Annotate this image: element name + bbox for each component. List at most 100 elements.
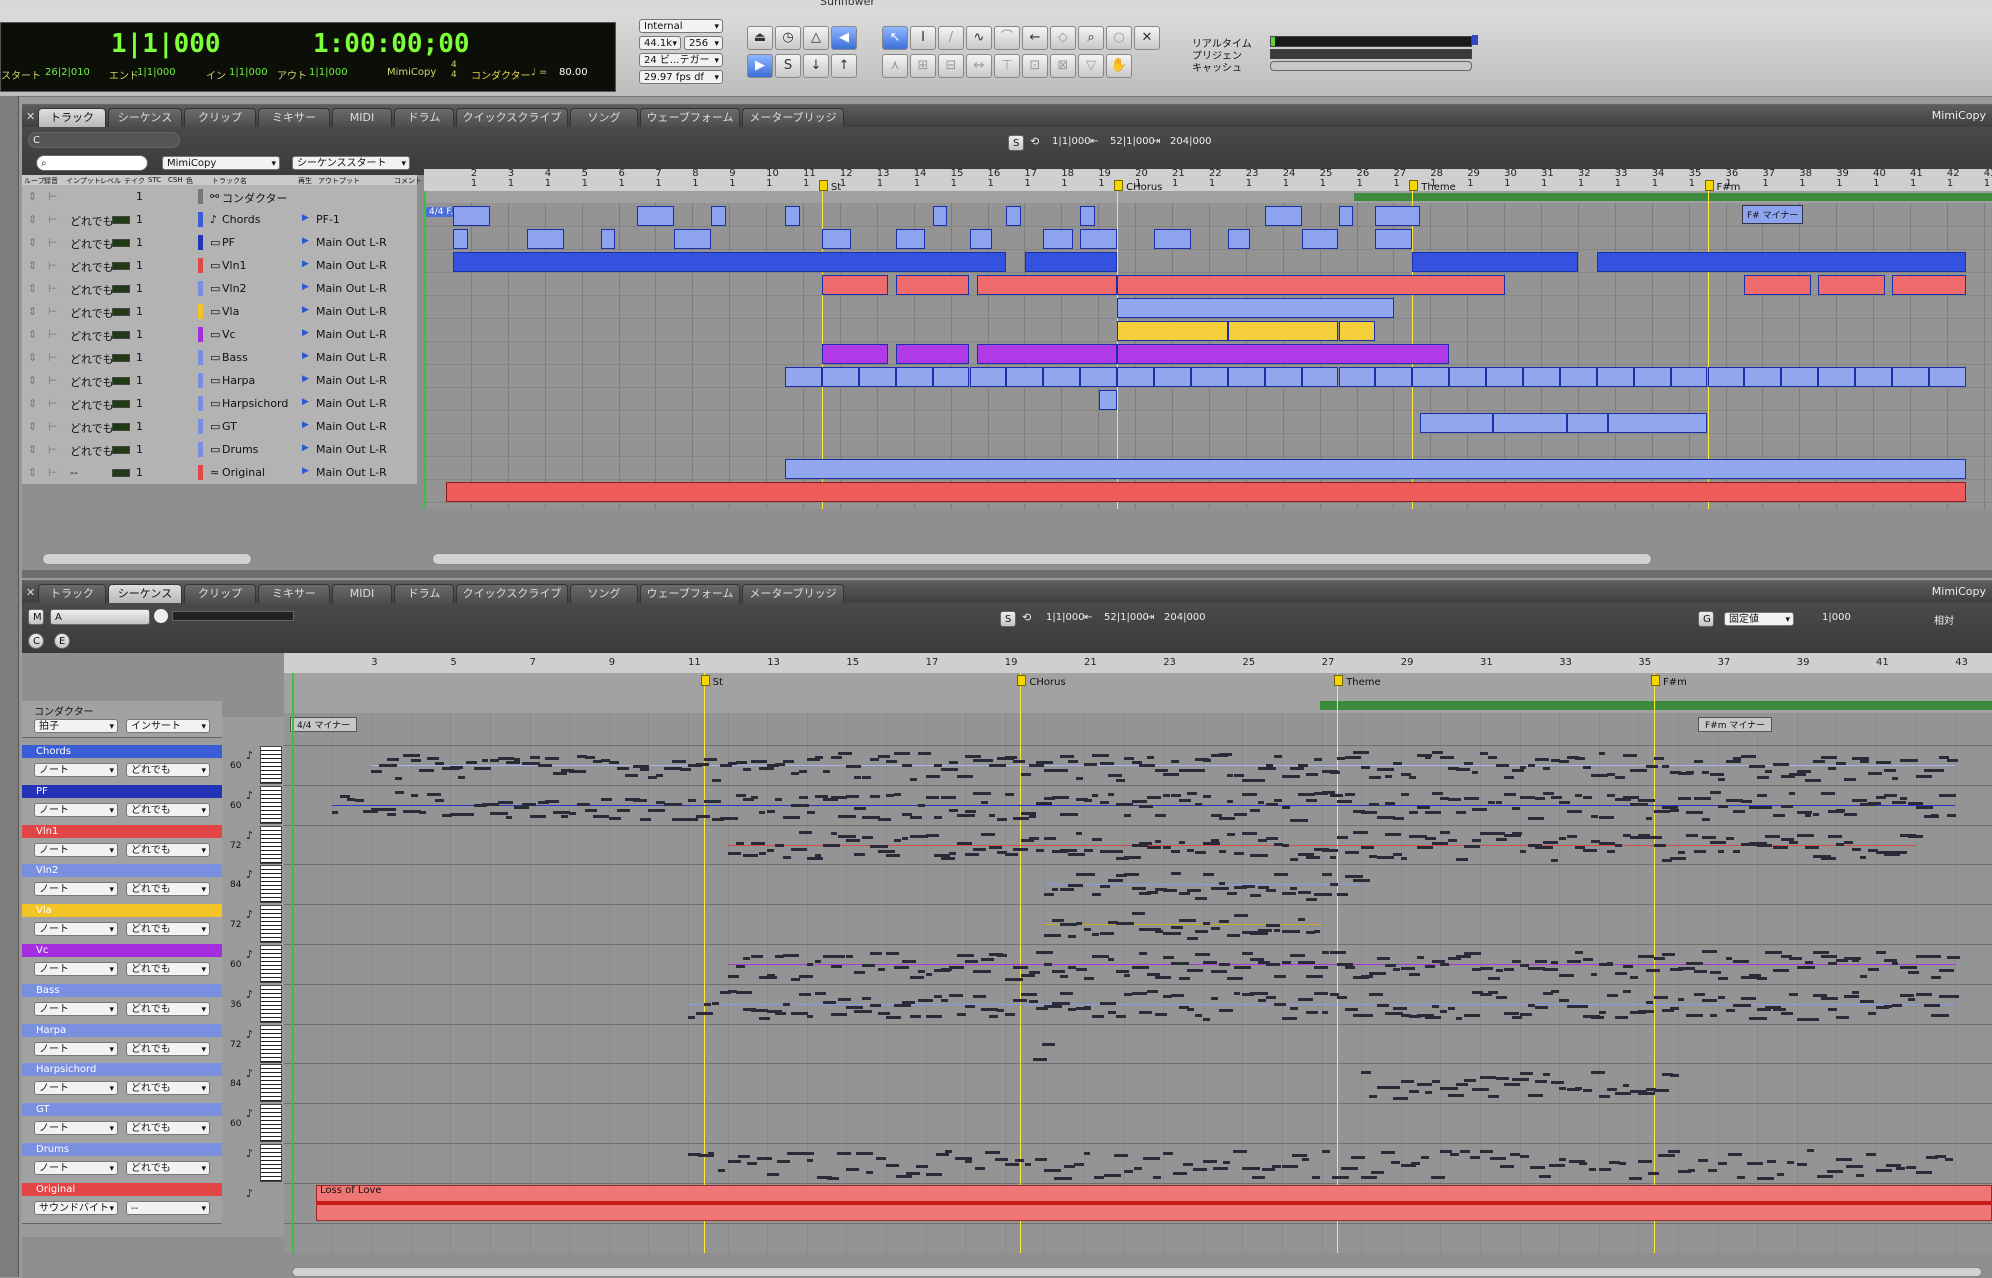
sequence-block[interactable] [1449,367,1487,387]
tracks-window-label[interactable]: MimiCopy [1932,109,1986,122]
midi-note[interactable] [1036,849,1044,853]
midi-note[interactable] [1282,775,1300,779]
midi-note[interactable] [870,758,879,761]
midi-note[interactable] [925,834,939,838]
midi-note[interactable] [1820,856,1837,860]
midi-note[interactable] [1345,1007,1359,1011]
sequence-track-label[interactable]: Vla ノートどれでも 72 ♪ [22,904,253,946]
midi-note[interactable] [1337,800,1353,804]
midi-note[interactable] [1638,1160,1653,1164]
midi-note[interactable] [1773,1007,1786,1011]
sequence-track-name[interactable]: Bass [22,983,222,997]
track-take[interactable]: 1 [136,328,143,341]
midi-note[interactable] [981,958,994,962]
midi-note[interactable] [1907,971,1919,975]
midi-note[interactable] [1456,1016,1463,1020]
sequence-note-grid[interactable]: 3 5 7 9 11 13 15 17 19 21 23 25 27 29 31 33 35 37 39 41 43 S… [284,653,1992,1253]
midi-note[interactable] [1289,929,1300,933]
midi-note[interactable] [1693,970,1707,974]
midi-note[interactable] [1693,759,1703,763]
midi-note[interactable] [1345,875,1364,879]
note-tool-icon[interactable]: ♪ [246,908,253,921]
midi-note[interactable] [1519,1154,1529,1158]
midi-note[interactable] [1274,873,1289,877]
midi-note[interactable] [1186,969,1203,973]
midi-note[interactable] [1313,893,1332,897]
midi-note[interactable] [1242,831,1257,835]
mode-select[interactable]: MimiCopy [387,67,436,78]
midi-note[interactable] [1915,1171,1932,1175]
tool-h-icon[interactable]: ▽ [1078,54,1104,78]
counter-length[interactable]: 204|000 [1170,136,1212,147]
midi-note[interactable] [1400,966,1415,970]
marker-flag[interactable]: CHorus [1114,180,1162,193]
sequence-block[interactable] [1080,229,1118,249]
midi-note[interactable] [775,1012,786,1016]
midi-note[interactable] [1670,857,1687,861]
midi-note[interactable] [1883,1005,1892,1009]
midi-note[interactable] [379,764,397,768]
track-color-swatch[interactable] [198,304,203,319]
sequence-marker-flag[interactable]: St [701,675,723,688]
midi-note[interactable] [1836,1016,1849,1020]
event-type-select[interactable]: ノート [34,802,118,817]
loop-toggle-icon[interactable]: ⇕ [28,282,37,295]
midi-note[interactable] [743,768,751,772]
midi-note[interactable] [1068,966,1076,970]
track-color-swatch[interactable] [198,281,203,296]
midi-note[interactable] [1392,1007,1408,1011]
midi-note[interactable] [1147,845,1161,849]
midi-note[interactable] [1337,962,1353,966]
record-toggle-icon[interactable]: ⊢ [48,466,58,479]
midi-note[interactable] [703,757,718,761]
sequence-block[interactable] [600,229,616,249]
track-output[interactable]: Main Out L-R [316,374,387,387]
midi-note[interactable] [1598,1010,1606,1014]
sequence-track-label[interactable]: Bass ノートどれでも 36 ♪ [22,983,253,1025]
midi-note[interactable] [1495,969,1504,973]
midi-note[interactable] [886,1016,902,1020]
midi-note[interactable] [965,1160,972,1164]
track-name[interactable]: Vc [222,328,236,341]
midi-note[interactable] [1786,1160,1794,1164]
midi-note[interactable] [917,752,932,756]
midi-note[interactable] [1707,1168,1717,1172]
sequence-block[interactable] [1375,206,1420,226]
midi-note[interactable] [1301,1158,1310,1162]
midi-note[interactable] [988,1015,998,1019]
midi-note[interactable] [1582,957,1594,961]
sequence-block[interactable] [526,229,564,249]
midi-note[interactable] [577,802,591,806]
midi-note[interactable] [1381,1151,1395,1155]
midi-note[interactable] [1028,836,1039,840]
midi-note[interactable] [1123,1169,1134,1173]
midi-note[interactable] [975,1166,985,1170]
midi-note[interactable] [1460,1150,1471,1154]
midi-note[interactable] [1646,969,1660,973]
midi-note[interactable] [1931,1014,1949,1018]
column-header-6[interactable]: CSH [168,176,183,184]
midi-note[interactable] [1329,950,1347,954]
midi-note[interactable] [917,999,933,1003]
midi-note[interactable] [1012,848,1028,852]
midi-note[interactable] [1559,1157,1566,1161]
midi-note[interactable] [1575,1086,1583,1090]
midi-note[interactable] [743,854,759,858]
tracks-tab-7[interactable]: ソング [570,108,638,127]
midi-note[interactable] [1218,752,1232,756]
hand-tool-icon[interactable]: ✋ [1106,54,1132,78]
sequence-block[interactable] [1567,413,1608,433]
midi-note[interactable] [886,951,899,955]
midi-note[interactable] [1709,971,1721,975]
play-enable-icon[interactable]: ▶ [302,374,309,384]
midi-note[interactable] [1559,837,1567,841]
midi-note[interactable] [1780,1012,1794,1015]
track-output[interactable]: Main Out L-R [316,259,387,272]
midi-note[interactable] [1171,961,1189,965]
midi-note[interactable] [1844,841,1854,845]
midi-note[interactable] [1646,1001,1653,1005]
midi-note[interactable] [1084,1152,1091,1156]
midi-note[interactable] [688,1016,696,1020]
midi-note[interactable] [1400,1080,1415,1084]
midi-note[interactable] [1820,997,1839,1001]
